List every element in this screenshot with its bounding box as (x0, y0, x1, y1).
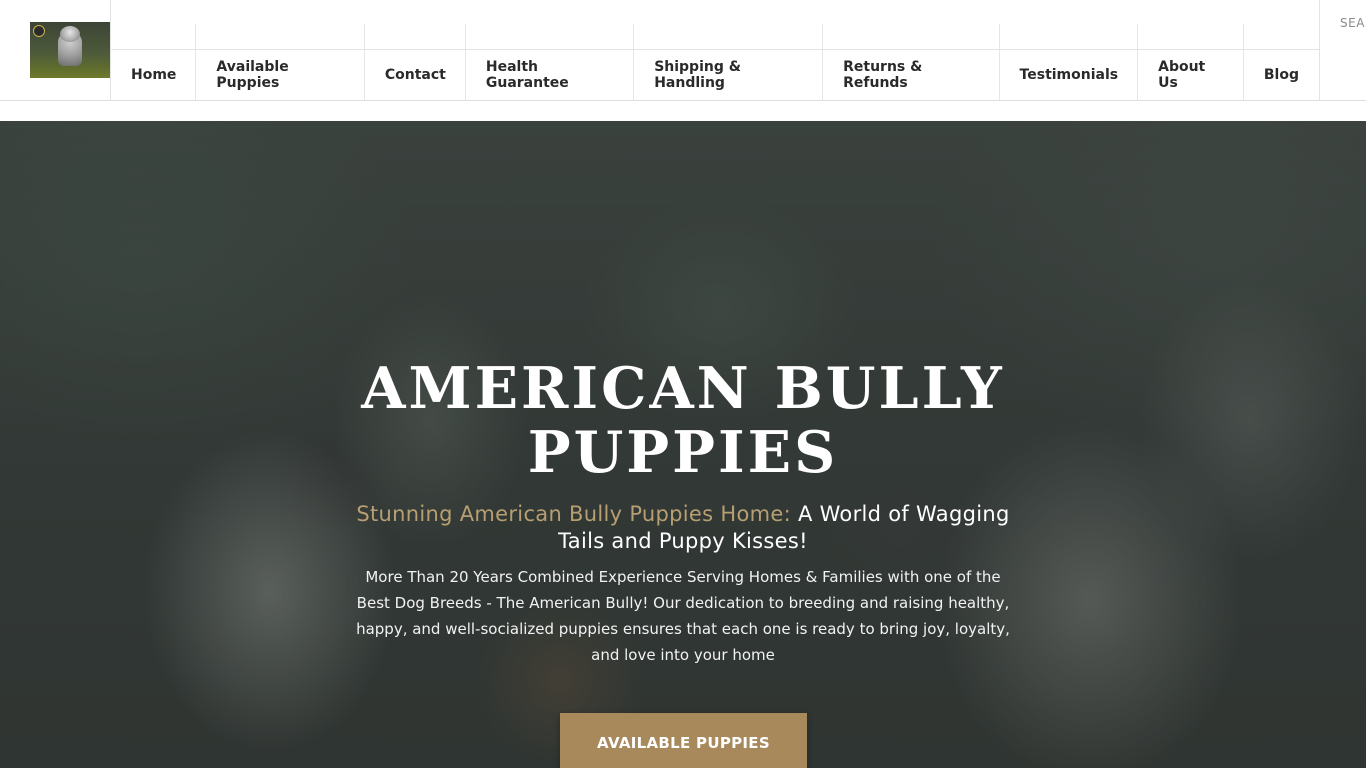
nav-item-returns-refunds[interactable]: Returns & Refunds (823, 24, 1000, 100)
hero-subtitle: Stunning American Bully Puppies Home: A … (340, 501, 1026, 555)
nav-item-label: Health Guarantee (485, 59, 569, 91)
available-puppies-button[interactable]: AVAILABLE PUPPIES (560, 713, 807, 768)
nav-item-label: Available Puppies (216, 59, 289, 91)
dog-head-shape (60, 26, 80, 42)
site-logo[interactable] (30, 22, 110, 78)
nav-item-health-guarantee[interactable]: Health Guarantee (466, 24, 635, 100)
nav-item-label: Blog (1263, 67, 1299, 83)
search-input[interactable]: SEARCH (1340, 16, 1366, 30)
nav-item-available-puppies[interactable]: Available Puppies (196, 24, 366, 100)
hero-section: AMERICAN BULLY PUPPIES Stunning American… (0, 121, 1366, 768)
nav-item-about-us[interactable]: About Us (1138, 24, 1244, 100)
nav-item-label: Home (131, 67, 177, 83)
nav-item-label: Contact (384, 67, 446, 83)
main-navigation: Home Available Puppies Contact Health Gu… (111, 24, 1319, 100)
nav-item-contact[interactable]: Contact (365, 24, 466, 100)
nav-item-label: Shipping & Handling (654, 59, 741, 91)
nav-item-blog[interactable]: Blog (1244, 50, 1319, 100)
nav-item-home[interactable]: Home (111, 24, 197, 100)
nav-item-testimonials[interactable]: Testimonials (1000, 24, 1139, 100)
hero-subtitle-accent: Stunning American Bully Puppies Home: (356, 502, 791, 526)
nav-item-label: About Us (1158, 59, 1206, 91)
site-header: Home Available Puppies Contact Health Gu… (0, 0, 1366, 101)
nav-item-label: Returns & Refunds (843, 59, 923, 91)
nav-frame: Home Available Puppies Contact Health Gu… (110, 0, 1320, 101)
logo-badge-icon (33, 25, 45, 37)
nav-item-label: Testimonials (1019, 67, 1119, 83)
hero-description: More Than 20 Years Combined Experience S… (356, 568, 1010, 664)
nav-item-shipping-handling[interactable]: Shipping & Handling (634, 24, 824, 100)
hero-title: AMERICAN BULLY PUPPIES (361, 355, 1005, 486)
